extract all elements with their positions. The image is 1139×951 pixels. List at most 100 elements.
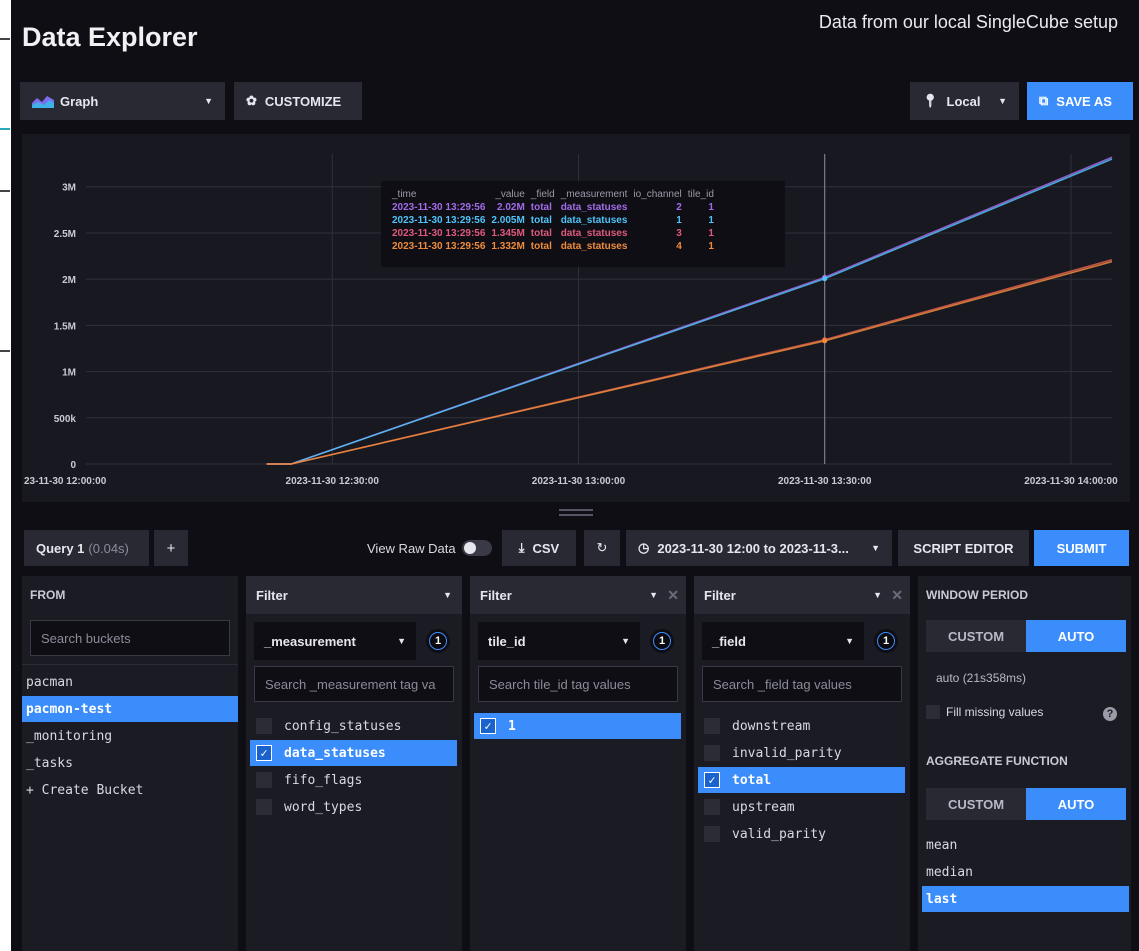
add-query-button[interactable]: + [154,530,188,566]
tag-value-item[interactable]: config_statuses [250,713,457,739]
x-tick-label: 2023-11-30 13:30:00 [778,476,872,487]
tag-value-label: data_statuses [284,745,386,761]
tooltip-header-cell: _time [392,189,417,200]
checkbox-icon: ✓ [480,718,496,734]
y-tick-label: 0 [70,460,76,471]
checkbox-icon [704,718,720,734]
download-icon: ⤓ [518,540,525,555]
chevron-down-icon: ▼ [998,96,1007,106]
tooltip-header-cell: tile_id [687,189,714,200]
fill-missing-checkbox[interactable]: Fill missing values [926,705,1043,719]
checkbox-icon [704,745,720,761]
aggregate-auto-button[interactable]: AUTO [1026,788,1126,820]
checkbox-icon: ✓ [704,772,720,788]
checkbox-icon [256,799,272,815]
tag-value-item[interactable]: fifo_flags [250,767,457,793]
window-auto-button[interactable]: AUTO [1026,620,1126,652]
save-as-button[interactable]: ⧉ SAVE AS [1027,82,1133,120]
margin-mark [0,190,10,192]
clock-icon: ◷ [638,540,650,555]
tag-value-label: 1 [508,718,516,734]
filter-header-label: Filter [704,587,736,603]
checkbox-icon [926,705,940,719]
filter-header[interactable]: Filter ▼ [246,576,462,614]
chevron-down-icon: ▼ [621,636,630,646]
bucket-item[interactable]: pacmon-test [22,696,238,722]
close-icon[interactable]: ✕ [667,587,679,604]
tag-value-item[interactable]: invalid_parity [698,740,905,766]
tooltip-cell: 1 [708,241,714,252]
measurement-key-dropdown[interactable]: _measurement ▼ [254,622,416,660]
bucket-item[interactable]: pacman [22,669,238,695]
tooltip-cell: 1 [708,202,714,213]
filter-header[interactable]: Filter ▼ ✕ [470,576,686,614]
refresh-button[interactable]: ↻ [584,530,620,566]
tag-value-item[interactable]: ✓ 1 [474,713,681,739]
script-editor-label: SCRIPT EDITOR [913,540,1014,556]
tooltip-cell: total [530,215,552,226]
bucket-item[interactable]: _monitoring [22,723,238,749]
bucket-search-input[interactable]: Search buckets [30,620,230,656]
tag-value-item[interactable]: downstream [698,713,905,739]
tooltip-cell: 2023-11-30 13:29:56 [392,228,486,239]
area-chart-icon [32,96,54,108]
y-tick-label: 1M [62,368,76,379]
tile-id-key-dropdown[interactable]: tile_id ▼ [478,622,640,660]
submit-button[interactable]: SUBMIT [1034,530,1129,566]
field-search-input[interactable]: Search _field tag values [702,666,902,702]
measurement-key-label: _measurement [264,633,356,649]
bucket-item[interactable]: _tasks [22,750,238,776]
aggregate-function-item[interactable]: median [922,859,1129,885]
hover-tooltip: _time _value _field _measurement io_channel t… [381,181,785,267]
customize-button[interactable]: ✿ CUSTOMIZE [234,82,362,120]
chevron-down-icon: ▼ [871,543,880,553]
field-key-dropdown[interactable]: _field ▼ [702,622,864,660]
tag-value-label: config_statuses [284,718,402,734]
selected-count-badge: 1 [874,629,898,653]
timezone-label: Local [946,93,981,109]
checkbox-icon [704,799,720,815]
filter-header[interactable]: Filter ▼ ✕ [694,576,910,614]
hover-point [822,338,828,344]
window-custom-button[interactable]: CUSTOM [926,620,1026,652]
chevron-down-icon: ▼ [443,590,452,600]
tile-id-filter-panel: Filter ▼ ✕ tile_id ▼ 1 Search tile_id ta… [470,576,686,951]
time-range-dropdown[interactable]: ◷ 2023-11-30 12:00 to 2023-11-3... ▼ [626,530,892,566]
chevron-down-icon: ▼ [845,636,854,646]
script-editor-button[interactable]: SCRIPT EDITOR [898,530,1029,566]
view-raw-data-label: View Raw Data [367,540,456,556]
gear-icon: ✿ [246,93,257,108]
aggregate-custom-button[interactable]: CUSTOM [926,788,1026,820]
aggregate-function-item[interactable]: mean [922,832,1129,858]
graph-type-dropdown[interactable]: Graph ▼ [20,82,225,120]
chevron-down-icon: ▼ [397,636,406,646]
aggregate-function-item[interactable]: last [922,886,1129,912]
tag-value-item[interactable]: word_types [250,794,457,820]
y-tick-label: 500k [54,414,77,425]
csv-button[interactable]: ⤓ CSV [502,530,576,566]
close-icon[interactable]: ✕ [891,587,903,604]
query-tab[interactable]: Query 1 (0.04s) [24,530,149,566]
resize-handle[interactable] [559,509,593,511]
tooltip-cell: data_statuses [560,241,628,252]
tooltip-cell: 1.345M [491,228,525,239]
from-title: FROM [30,588,66,602]
measurement-search-input[interactable]: Search _measurement tag va [254,666,454,702]
tag-value-label: invalid_parity [732,745,842,761]
tag-value-item[interactable]: ✓ data_statuses [250,740,457,766]
view-raw-data-toggle[interactable]: View Raw Data [367,530,493,566]
plus-icon: + [166,539,176,557]
tooltip-cell: 1 [708,215,714,226]
submit-label: SUBMIT [1056,540,1107,556]
tile-id-search-placeholder: Search tile_id tag values [489,676,631,692]
tag-value-item[interactable]: ✓ total [698,767,905,793]
timezone-dropdown[interactable]: 📍︎ Local ▼ [910,82,1019,120]
tile-id-search-input[interactable]: Search tile_id tag values [478,666,678,702]
bucket-item[interactable]: + Create Bucket [22,777,238,803]
export-icon: ⧉ [1039,93,1049,108]
y-tick-label: 2.5M [54,229,76,240]
help-icon[interactable]: ? [1103,707,1117,721]
tag-value-item[interactable]: valid_parity [698,821,905,847]
x-tick-label: 2023-11-30 12:30:00 [286,476,380,487]
tag-value-item[interactable]: upstream [698,794,905,820]
